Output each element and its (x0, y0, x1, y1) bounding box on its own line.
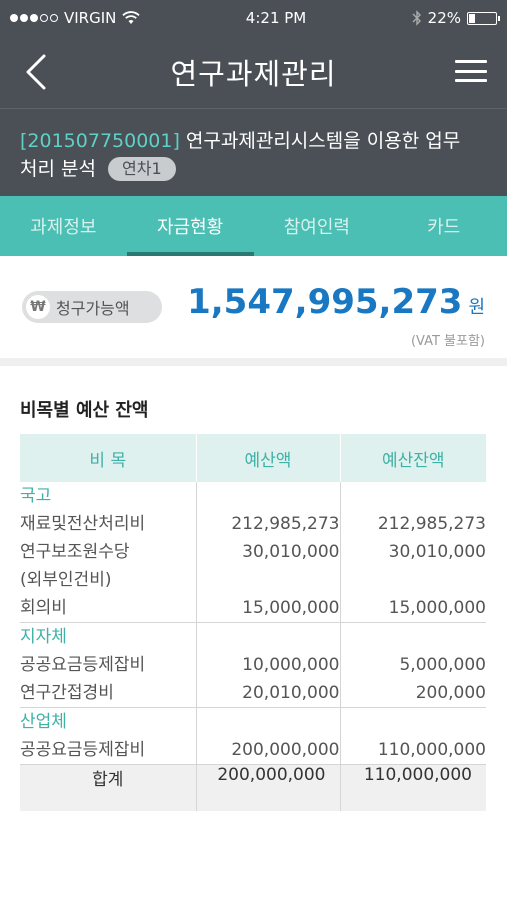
budget-section-title: 비목별 예산 잔액 (20, 400, 149, 421)
wifi-icon (122, 11, 141, 24)
year-badge: 연차1 (108, 157, 176, 181)
budget-group-name: 국고 (20, 486, 52, 506)
budget-balance: 110,000,000 (377, 740, 486, 760)
claimable-amount-value: 1,547,995,273 (187, 282, 463, 322)
budget-balance: 200,000 (415, 683, 486, 703)
claimable-label-pill: ₩ 청구가능액 (22, 291, 162, 323)
project-name-line2: 처리 분석 (20, 158, 96, 180)
budget-balance: 15,000,000 (388, 598, 486, 618)
tab-label: 카드 (427, 217, 461, 238)
nav-bar: 연구과제관리 (0, 36, 507, 108)
budget-amount: 20,010,000 (242, 683, 340, 703)
budget-amount: 30,010,000 (242, 542, 340, 562)
won-icon: ₩ (26, 295, 50, 319)
header-item: 비 목 (20, 434, 197, 482)
tab-project-info[interactable]: 과제정보 (0, 196, 127, 256)
budget-item-name: 회의비 (20, 598, 67, 618)
tab-bar: 과제정보 자금현황 참여인력 카드 (0, 196, 507, 256)
header-budget: 예산액 (196, 434, 341, 482)
budget-balance: 5,000,000 (399, 655, 486, 675)
total-budget: 200,000,000 (195, 764, 341, 811)
budget-item-name: 재료및전산처리비 (20, 514, 146, 534)
budget-table: 비 목 예산액 예산잔액 국고재료및전산처리비연구보조원수당 (외부인건비) 회의비… (20, 434, 486, 811)
budget-item-name: 공공요금등제잡비 (20, 740, 146, 760)
tab-card[interactable]: 카드 (380, 196, 507, 256)
budget-item-cell: 국고재료및전산처리비연구보조원수당 (외부인건비) 회의비 (20, 482, 196, 623)
battery-percent: 22% (427, 9, 461, 27)
header-balance: 예산잔액 (340, 434, 486, 482)
budget-total-row: 합계 200,000,000 110,000,000 (20, 764, 486, 811)
budget-item-cell: 산업체공공요금등제잡비 (20, 707, 196, 765)
budget-group-name: 지자체 (20, 627, 67, 647)
budget-amount: 15,000,000 (242, 598, 340, 618)
tab-label: 참여인력 (283, 217, 350, 238)
budget-amount: 10,000,000 (242, 655, 340, 675)
total-label: 합계 (20, 764, 196, 811)
budget-item-cell: 지자체공공요금등제잡비연구간접경비 (20, 622, 196, 708)
bluetooth-icon (412, 10, 421, 26)
battery-icon (467, 11, 500, 25)
carrier-label: VIRGIN (64, 9, 117, 27)
status-right: 22% (412, 9, 500, 27)
tab-participants[interactable]: 참여인력 (254, 196, 381, 256)
budget-balance: 30,010,000 (388, 542, 486, 562)
hamburger-menu-icon (455, 60, 487, 63)
budget-section: 비목별 예산 잔액 비 목 예산액 예산잔액 국고재료및전산처리비연구보조원수당… (0, 366, 507, 811)
budget-balance-cell: 5,000,000 200,000 (340, 622, 487, 708)
budget-amount-cell: 10,000,000 20,010,000 (195, 622, 341, 708)
budget-balance-cell: 110,000,000 (340, 707, 487, 765)
chevron-left-icon (26, 54, 46, 90)
budget-amount: 200,000,000 (231, 740, 340, 760)
status-bar: VIRGIN 4:21 PM 22% (0, 0, 507, 36)
tab-label: 자금현황 (157, 217, 224, 238)
budget-group-name: 산업체 (20, 712, 67, 732)
budget-item-name: 공공요금등제잡비 (20, 655, 146, 675)
budget-group-row: 지자체 공공요금등제잡비 연구간접경비 10,000,000 20,010,000 5,0… (20, 622, 487, 708)
claimable-amount-section: ₩ 청구가능액 1,547,995,273 원 (VAT 불포함) (0, 256, 507, 366)
project-code: [201507750001] (20, 130, 180, 152)
budget-balance: 212,985,273 (377, 514, 486, 534)
budget-group-row: 산업체공공요금등제잡비 200,000,000 110,000,000 (20, 707, 487, 765)
currency-unit: 원 (468, 297, 485, 318)
menu-button[interactable] (455, 56, 487, 86)
budget-item-name: 연구간접경비 (20, 683, 114, 703)
budget-item-name: 연구보조원수당 (20, 542, 130, 562)
budget-amount-cell: 212,985,273 30,010,000 15,000,000 (195, 482, 341, 623)
budget-table-header: 비 목 예산액 예산잔액 (20, 434, 486, 482)
page-title: 연구과제관리 (170, 57, 337, 91)
claimable-label: 청구가능액 (56, 299, 130, 318)
signal-strength-icon (10, 14, 58, 22)
tab-label: 과제정보 (30, 217, 97, 238)
budget-amount-cell: 200,000,000 (195, 707, 341, 765)
project-header: [201507750001] 연구과제관리시스템을 이용한 업무 처리 분석 연… (0, 108, 507, 196)
claimable-amount: 1,547,995,273 원 (187, 282, 485, 322)
back-button[interactable] (20, 50, 56, 94)
project-name-line1: 연구과제관리시스템을 이용한 업무 (179, 130, 461, 152)
tab-funding-status[interactable]: 자금현황 (126, 196, 254, 256)
budget-amount (197, 566, 340, 594)
vat-note: (VAT 불포함) (410, 334, 485, 349)
battery-fill (469, 13, 475, 23)
budget-balance (341, 566, 487, 594)
status-left: VIRGIN (10, 9, 141, 27)
budget-item-name: (외부인건비) (20, 570, 112, 590)
budget-balance-cell: 212,985,273 30,010,000 15,000,000 (340, 482, 486, 623)
budget-amount: 212,985,273 (231, 514, 340, 534)
status-time: 4:21 PM (245, 9, 307, 27)
budget-group-row: 국고재료및전산처리비연구보조원수당 (외부인건비) 회의비 212,985,273 30… (20, 482, 486, 623)
total-balance: 110,000,000 (340, 764, 486, 811)
